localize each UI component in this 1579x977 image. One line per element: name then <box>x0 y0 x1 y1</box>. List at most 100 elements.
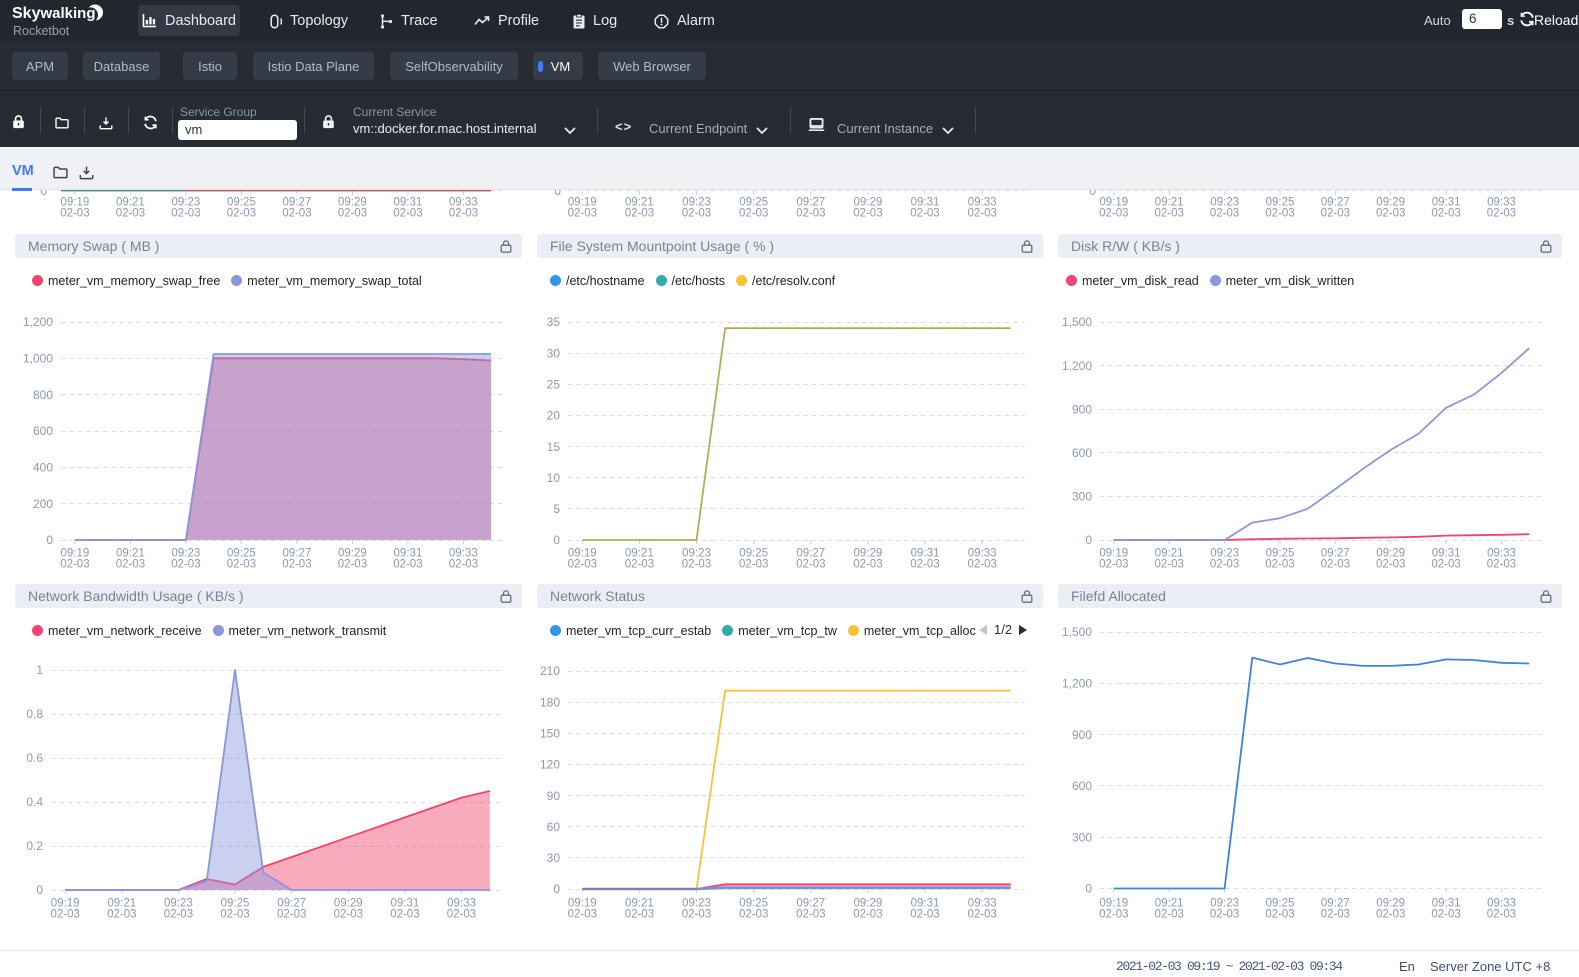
svg-text:09:27: 09:27 <box>283 548 312 560</box>
svg-text:60: 60 <box>547 820 561 834</box>
svg-text:02-03: 02-03 <box>967 909 996 921</box>
svg-text:02-03: 02-03 <box>282 208 311 220</box>
svg-text:09:19: 09:19 <box>568 898 597 910</box>
svg-text:02-03: 02-03 <box>739 559 768 571</box>
svg-text:02-03: 02-03 <box>1099 208 1128 220</box>
svg-text:09:23: 09:23 <box>1210 197 1239 209</box>
svg-text:09:21: 09:21 <box>625 898 654 910</box>
svg-text:02-03: 02-03 <box>171 559 200 571</box>
svg-text:900: 900 <box>1072 728 1092 742</box>
svg-text:09:31: 09:31 <box>911 898 940 910</box>
svg-text:02-03: 02-03 <box>338 559 367 571</box>
svg-text:09:19: 09:19 <box>568 197 597 209</box>
svg-text:02-03: 02-03 <box>1431 559 1460 571</box>
svg-text:09:31: 09:31 <box>391 898 420 910</box>
svg-text:09:31: 09:31 <box>1432 197 1461 209</box>
svg-text:09:29: 09:29 <box>1376 197 1405 209</box>
svg-text:02-03: 02-03 <box>853 559 882 571</box>
svg-text:02-03: 02-03 <box>1099 909 1128 921</box>
svg-text:09:27: 09:27 <box>277 898 306 910</box>
svg-text:02-03: 02-03 <box>796 909 825 921</box>
svg-text:0: 0 <box>1085 533 1092 547</box>
svg-text:30: 30 <box>547 346 561 360</box>
svg-text:300: 300 <box>1072 490 1092 504</box>
svg-text:02-03: 02-03 <box>910 559 939 571</box>
svg-text:02-03: 02-03 <box>449 559 478 571</box>
svg-text:09:19: 09:19 <box>1099 197 1128 209</box>
svg-text:09:19: 09:19 <box>1099 898 1128 910</box>
svg-text:02-03: 02-03 <box>568 909 597 921</box>
svg-text:600: 600 <box>33 424 53 438</box>
svg-text:09:33: 09:33 <box>1487 898 1516 910</box>
svg-text:0: 0 <box>46 533 53 547</box>
svg-text:0.8: 0.8 <box>26 707 43 721</box>
svg-text:02-03: 02-03 <box>853 208 882 220</box>
svg-text:09:21: 09:21 <box>625 197 654 209</box>
svg-text:09:19: 09:19 <box>568 548 597 560</box>
svg-text:02-03: 02-03 <box>796 208 825 220</box>
svg-text:30: 30 <box>547 851 561 865</box>
svg-text:02-03: 02-03 <box>568 208 597 220</box>
svg-text:02-03: 02-03 <box>910 909 939 921</box>
svg-text:09:21: 09:21 <box>1155 548 1184 560</box>
svg-text:25: 25 <box>547 378 561 392</box>
svg-text:09:19: 09:19 <box>61 548 90 560</box>
svg-text:09:19: 09:19 <box>1099 548 1128 560</box>
svg-text:02-03: 02-03 <box>277 909 306 921</box>
svg-text:09:33: 09:33 <box>968 898 997 910</box>
svg-text:600: 600 <box>1072 446 1092 460</box>
svg-text:09:27: 09:27 <box>283 197 312 209</box>
svg-text:10: 10 <box>547 471 561 485</box>
svg-text:09:25: 09:25 <box>1266 548 1295 560</box>
svg-text:02-03: 02-03 <box>1376 559 1405 571</box>
svg-text:02-03: 02-03 <box>1154 559 1183 571</box>
svg-text:09:29: 09:29 <box>854 548 883 560</box>
svg-text:09:25: 09:25 <box>739 197 768 209</box>
svg-text:09:29: 09:29 <box>1376 548 1405 560</box>
svg-text:0: 0 <box>36 883 43 897</box>
svg-text:09:23: 09:23 <box>1210 548 1239 560</box>
svg-text:09:33: 09:33 <box>447 898 476 910</box>
svg-text:02-03: 02-03 <box>682 559 711 571</box>
svg-text:02-03: 02-03 <box>1321 909 1350 921</box>
svg-text:1,000: 1,000 <box>23 352 53 366</box>
svg-text:02-03: 02-03 <box>739 909 768 921</box>
svg-text:09:23: 09:23 <box>172 548 201 560</box>
svg-text:02-03: 02-03 <box>107 909 136 921</box>
svg-text:02-03: 02-03 <box>910 208 939 220</box>
svg-text:09:31: 09:31 <box>1432 548 1461 560</box>
svg-text:09:23: 09:23 <box>164 898 193 910</box>
svg-text:02-03: 02-03 <box>227 559 256 571</box>
svg-text:02-03: 02-03 <box>60 559 89 571</box>
svg-text:02-03: 02-03 <box>1487 208 1516 220</box>
svg-text:0.6: 0.6 <box>26 751 43 765</box>
svg-text:1,500: 1,500 <box>1062 315 1092 329</box>
svg-text:02-03: 02-03 <box>390 909 419 921</box>
svg-text:600: 600 <box>1072 779 1092 793</box>
svg-text:02-03: 02-03 <box>1154 909 1183 921</box>
svg-text:09:23: 09:23 <box>682 197 711 209</box>
svg-text:02-03: 02-03 <box>1265 559 1294 571</box>
svg-text:1,200: 1,200 <box>1062 359 1092 373</box>
svg-text:09:25: 09:25 <box>221 898 250 910</box>
svg-text:09:27: 09:27 <box>796 197 825 209</box>
svg-text:02-03: 02-03 <box>1210 909 1239 921</box>
svg-text:09:25: 09:25 <box>739 548 768 560</box>
svg-text:0.2: 0.2 <box>26 839 43 853</box>
svg-text:02-03: 02-03 <box>1321 208 1350 220</box>
svg-text:02-03: 02-03 <box>1265 208 1294 220</box>
svg-text:09:27: 09:27 <box>1321 548 1350 560</box>
svg-text:09:27: 09:27 <box>796 548 825 560</box>
svg-text:180: 180 <box>540 695 560 709</box>
svg-text:300: 300 <box>1072 830 1092 844</box>
svg-text:02-03: 02-03 <box>338 208 367 220</box>
svg-text:09:29: 09:29 <box>338 197 367 209</box>
svg-text:02-03: 02-03 <box>682 909 711 921</box>
svg-text:02-03: 02-03 <box>393 208 422 220</box>
svg-text:02-03: 02-03 <box>1154 208 1183 220</box>
svg-text:09:19: 09:19 <box>61 197 90 209</box>
svg-text:0: 0 <box>553 533 560 547</box>
svg-text:400: 400 <box>33 461 53 475</box>
svg-text:15: 15 <box>547 440 561 454</box>
svg-text:0: 0 <box>553 882 560 896</box>
